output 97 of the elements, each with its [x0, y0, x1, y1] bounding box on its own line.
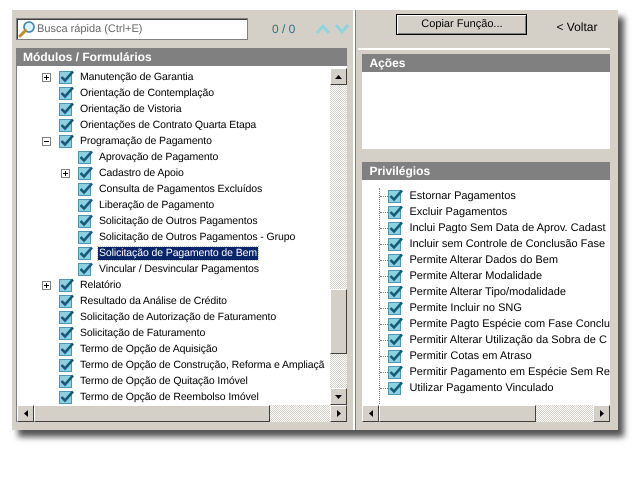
tree-item[interactable]: Orientações de Contrato Quarta Etapa: [79, 118, 258, 132]
tree-item[interactable]: Solicitação de Pagamento de Bem: [98, 246, 258, 260]
expand-icon[interactable]: [42, 280, 51, 290]
tree-item[interactable]: Aprovação de Pagamento: [98, 150, 220, 164]
checked-checkbox[interactable]: [388, 349, 404, 363]
checked-checkbox[interactable]: [59, 102, 74, 116]
scroll-left-button[interactable]: [17, 405, 34, 422]
privilege-item[interactable]: Inclui Pagto Sem Data de Aprov. Cadast: [409, 222, 606, 234]
checked-checkbox[interactable]: [59, 326, 74, 340]
right-arrow-icon: [336, 410, 341, 417]
checked-checkbox[interactable]: [78, 166, 93, 180]
tree-item[interactable]: Solicitação de Outros Pagamentos - Grupo: [98, 230, 296, 244]
expand-icon[interactable]: [42, 72, 51, 82]
tree-item[interactable]: Manutenção de Garantia: [79, 70, 194, 84]
checked-checkbox[interactable]: [388, 269, 404, 283]
checked-checkbox[interactable]: [78, 246, 93, 260]
tree-item[interactable]: Relatório: [79, 278, 122, 292]
search-field[interactable]: Busca rápida (Ctrl+E): [16, 18, 248, 40]
checked-checkbox[interactable]: [388, 365, 404, 379]
tree-item[interactable]: Orientação de Contemplação: [79, 86, 215, 100]
privilege-item[interactable]: Excluir Pagamentos: [409, 206, 508, 218]
panel-header: Módulos / Formulários: [16, 48, 348, 66]
up-arrow-icon: [335, 74, 342, 78]
privilege-item[interactable]: Utilizar Pagamento Vinculado: [409, 382, 554, 394]
checked-checkbox[interactable]: [59, 294, 74, 308]
tree-item[interactable]: Termo de Opção de Reembolso Imóvel: [79, 390, 260, 404]
tree-item[interactable]: Programação de Pagamento: [79, 134, 213, 148]
match-count: 0 / 0: [272, 22, 296, 36]
tree-item[interactable]: Solicitação de Faturamento: [79, 326, 206, 340]
horizontal-scrollbar[interactable]: [362, 405, 610, 422]
scroll-thumb[interactable]: [34, 405, 270, 422]
scroll-right-button[interactable]: [593, 405, 610, 422]
tree-item[interactable]: Vincular / Desvincular Pagamentos: [98, 262, 260, 276]
privilege-item[interactable]: Permitir Alterar Utilização da Sobra de C: [409, 334, 607, 346]
checked-checkbox[interactable]: [78, 230, 93, 244]
down-arrow-icon: [335, 394, 342, 398]
checked-checkbox[interactable]: [388, 221, 404, 235]
vertical-scrollbar[interactable]: [330, 68, 348, 405]
tree-item[interactable]: Liberação de Pagamento: [98, 198, 216, 212]
checked-checkbox[interactable]: [59, 278, 74, 292]
panel-header: Ações: [362, 54, 610, 72]
checked-checkbox[interactable]: [59, 118, 74, 132]
right-arrow-icon: [600, 410, 604, 417]
back-link[interactable]: < Voltar: [556, 20, 598, 34]
tree-item[interactable]: Termo de Opção de Aquisição: [79, 342, 218, 356]
checked-checkbox[interactable]: [388, 237, 404, 251]
checked-checkbox[interactable]: [78, 150, 93, 164]
tree-item[interactable]: Consulta de Pagamentos Excluídos: [98, 182, 264, 196]
scroll-right-button[interactable]: [330, 405, 348, 422]
collapse-icon[interactable]: [42, 136, 51, 146]
checked-checkbox[interactable]: [59, 86, 74, 100]
tree-item[interactable]: Cadastro de Apoio: [98, 166, 185, 180]
checked-checkbox[interactable]: [59, 134, 74, 148]
checked-checkbox[interactable]: [59, 310, 74, 324]
expand-icon[interactable]: [61, 168, 70, 178]
privilege-item[interactable]: Permite Alterar Tipo/modalidade: [409, 286, 566, 298]
checked-checkbox[interactable]: [78, 198, 93, 212]
checked-checkbox[interactable]: [388, 317, 404, 331]
privilege-item[interactable]: Permite Incluir no SNG: [409, 302, 522, 314]
privilege-item[interactable]: Permite Pagto Espécie com Fase Conclu: [409, 318, 610, 330]
checked-checkbox[interactable]: [59, 374, 74, 388]
checked-checkbox[interactable]: [59, 358, 74, 372]
privilege-item[interactable]: Estornar Pagamentos: [409, 190, 516, 202]
checked-checkbox[interactable]: [388, 381, 404, 395]
scroll-thumb[interactable]: [379, 405, 536, 422]
panel-header: Privilégios: [362, 162, 610, 180]
checked-checkbox[interactable]: [388, 301, 404, 315]
copy-function-button[interactable]: Copiar Função...: [396, 14, 528, 34]
privilege-item[interactable]: Permitir Cotas em Atraso: [409, 350, 532, 362]
checked-checkbox[interactable]: [59, 342, 74, 356]
checked-checkbox[interactable]: [78, 214, 93, 228]
tree-item[interactable]: Resultado da Análise de Crédito: [79, 294, 228, 308]
scroll-up-button[interactable]: [330, 68, 348, 85]
tree-item[interactable]: Orientação de Vistoria: [79, 102, 182, 116]
scroll-down-button[interactable]: [330, 388, 348, 405]
privilege-item[interactable]: Permite Alterar Dados do Bem: [409, 254, 558, 266]
tree-item[interactable]: Solicitação de Autorização de Faturamento: [79, 310, 278, 324]
checked-checkbox[interactable]: [59, 70, 74, 84]
scroll-thumb[interactable]: [330, 289, 348, 354]
checked-checkbox[interactable]: [388, 189, 404, 203]
checked-checkbox[interactable]: [78, 182, 93, 196]
checked-checkbox[interactable]: [388, 285, 404, 299]
left-arrow-icon: [24, 410, 28, 417]
scroll-left-button[interactable]: [362, 405, 380, 422]
checked-checkbox[interactable]: [388, 253, 404, 267]
privilege-item[interactable]: Incluir sem Controle de Conclusão Fase: [409, 238, 606, 250]
privilege-item[interactable]: Permite Alterar Modalidade: [409, 270, 542, 282]
tree-item[interactable]: Termo de Opção de Construção, Reforma e Ampliaçã: [79, 358, 326, 372]
checked-checkbox[interactable]: [59, 390, 74, 404]
checked-checkbox[interactable]: [78, 262, 93, 276]
left-arrow-icon: [368, 410, 373, 417]
horizontal-scrollbar[interactable]: [17, 405, 348, 422]
checked-checkbox[interactable]: [388, 205, 404, 219]
checked-checkbox[interactable]: [388, 333, 404, 347]
tree-item[interactable]: Termo de Opção de Quitação Imóvel: [79, 374, 249, 388]
privilege-item[interactable]: Permitir Pagamento em Espécie Sem Re: [409, 366, 610, 378]
tree-item[interactable]: Solicitação de Outros Pagamentos: [98, 214, 258, 228]
